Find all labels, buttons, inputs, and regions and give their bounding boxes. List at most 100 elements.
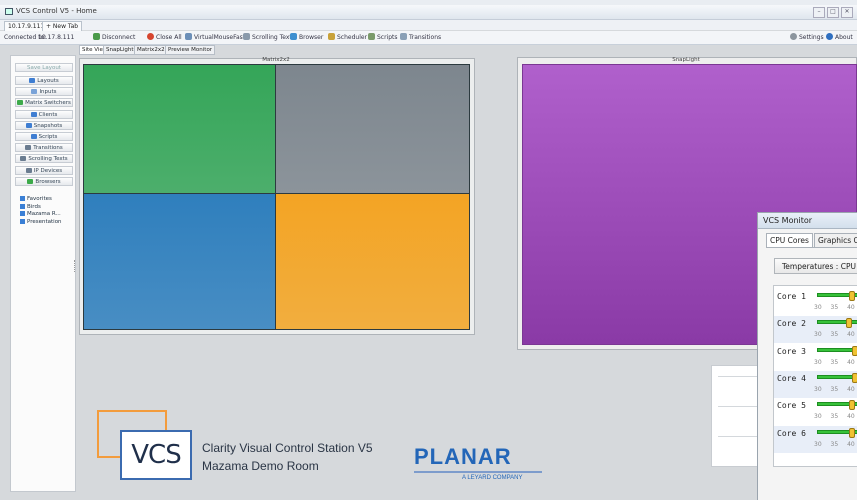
- virtual-mouse-label: VirtualMouseFast: [194, 34, 246, 41]
- layout-file-icon: [20, 196, 25, 201]
- core-temp-bar: [817, 291, 857, 301]
- core-scale-ticks: 30 35 40: [814, 385, 855, 393]
- settings-button[interactable]: Settings: [790, 33, 824, 42]
- tab-preview-monitor[interactable]: Preview Monitor: [165, 45, 216, 55]
- layout-item-label: Favorites: [27, 196, 52, 202]
- toolbar: Connected to: 10.17.8.111 Disconnect Clo…: [0, 31, 857, 45]
- vcs-logo: VCS: [120, 430, 192, 480]
- wall-window-blue[interactable]: [83, 194, 276, 330]
- core-label: Core 3: [777, 346, 806, 356]
- tab-cpu-cores[interactable]: CPU Cores: [766, 233, 813, 248]
- title-bar: VCS Control V5 - Home – □ ✕: [0, 5, 857, 20]
- minimize-button[interactable]: –: [813, 7, 825, 18]
- app-icon: [5, 8, 13, 15]
- core-temp-bar: [817, 345, 857, 356]
- tab-graphics[interactable]: Graphics C: [814, 233, 857, 248]
- room-name: Mazama Demo Room: [202, 459, 319, 473]
- core-row: Core 5 30 35 40: [774, 398, 857, 425]
- sidebar: Save Layout Layouts Inputs Matrix Switcher…: [10, 55, 76, 492]
- input-icon: [31, 89, 38, 95]
- sidebar-item-label: IP Devices: [33, 167, 63, 174]
- sidebar-item-scripts[interactable]: Scripts: [15, 132, 73, 141]
- disconnect-button[interactable]: Disconnect: [93, 33, 135, 42]
- view-tabs: Site View SnapLight Matrix2x2 Preview Mo…: [79, 45, 289, 55]
- browser-icon: [290, 33, 297, 40]
- layout-item-label: Mazama R...: [27, 211, 61, 217]
- sidebar-item-matrix-switchers[interactable]: Matrix Switchers: [15, 98, 73, 108]
- script-icon: [30, 134, 37, 139]
- core-scale-ticks: 30 35 40: [814, 331, 855, 339]
- tab-row: 10.17.9.111 + New Tab: [0, 20, 857, 31]
- scrolling-text-icon: [243, 33, 250, 40]
- core-temp-marker: [848, 427, 855, 438]
- tab-snaplight[interactable]: SnapLight: [103, 45, 137, 55]
- core-scale-ticks: 30 35 40: [814, 358, 855, 366]
- sidebar-item-snapshots[interactable]: Snapshots: [15, 120, 73, 130]
- scheduler-label: Scheduler: [337, 34, 368, 41]
- temperatures-cpu-button[interactable]: Temperatures : CPU: [774, 258, 857, 274]
- transitions-button[interactable]: Transitions: [400, 33, 441, 42]
- transitions-label: Transitions: [409, 34, 442, 41]
- layout-item[interactable]: Birds: [20, 203, 41, 210]
- new-tab-button[interactable]: + New Tab: [42, 21, 83, 31]
- scrolling-text-button[interactable]: Scrolling Text: [243, 33, 292, 42]
- transitions-icon: [400, 33, 407, 40]
- core-row: Core 2 30 35 40: [774, 316, 857, 344]
- tab-underline: [766, 247, 857, 248]
- layout-item-label: Presentation: [27, 218, 62, 225]
- core-temp-marker: [848, 291, 855, 301]
- sidebar-item-layouts[interactable]: Layouts: [15, 76, 73, 85]
- layout-item[interactable]: Favorites: [20, 196, 52, 202]
- maximize-button[interactable]: □: [827, 7, 839, 18]
- virtual-mouse-button[interactable]: VirtualMouseFast: [185, 33, 245, 42]
- snaplight-title: SnapLight: [672, 57, 700, 63]
- transition-icon: [25, 145, 32, 151]
- core-temp-marker: [846, 318, 852, 329]
- scheduler-button[interactable]: Scheduler: [328, 33, 367, 42]
- product-name: Clarity Visual Control Station V5: [202, 441, 373, 455]
- sidebar-item-label: Inputs: [39, 89, 57, 96]
- wall-grid-vline: [275, 64, 276, 330]
- window-title: VCS Control V5 - Home: [16, 7, 97, 15]
- core-temp-marker: [851, 345, 857, 356]
- core-label: Core 6: [777, 428, 806, 438]
- about-button[interactable]: About: [826, 33, 853, 42]
- sidebar-splitter[interactable]: [74, 260, 78, 272]
- sidebar-item-transitions[interactable]: Transitions: [15, 143, 73, 153]
- tab-matrix2x2[interactable]: Matrix2x2: [134, 45, 168, 55]
- layout-item[interactable]: Presentation: [20, 218, 62, 225]
- planar-tagline: A LEYARD COMPANY: [462, 475, 523, 481]
- vcs-monitor-window: VCS Monitor CPU Cores Graphics C Tempera…: [757, 212, 857, 500]
- browser-label: Browser: [299, 34, 324, 41]
- close-button[interactable]: ✕: [841, 7, 853, 18]
- core-scale-ticks: 30 35 40: [814, 304, 855, 311]
- save-layout-button[interactable]: Save Layout: [15, 63, 73, 72]
- sidebar-item-label: Scrolling Texts: [28, 156, 68, 163]
- sidebar-item-clients[interactable]: Clients: [15, 109, 73, 119]
- sidebar-item-label: Matrix Switchers: [25, 100, 71, 107]
- layout-item[interactable]: Mazama R...: [20, 211, 61, 217]
- core-temperature-list: Core 1 30 35 40 Core 2 30 35 40 Core 3 30 35 …: [773, 285, 857, 467]
- core-scale-ticks: 30 35 40: [814, 440, 855, 448]
- wall-window-orange[interactable]: [276, 194, 470, 330]
- scroll-text-icon: [20, 156, 27, 162]
- sidebar-item-scrolling-texts[interactable]: Scrolling Texts: [15, 154, 73, 164]
- scripts-button[interactable]: Scripts: [368, 33, 398, 42]
- disconnect-icon: [93, 33, 100, 40]
- close-all-button[interactable]: Close All: [147, 33, 182, 42]
- core-row: Core 4 30 35 40: [774, 370, 857, 398]
- monitor-title: VCS Monitor: [758, 213, 857, 229]
- wall-window-gray[interactable]: [276, 64, 470, 194]
- layout-icon: [29, 78, 36, 83]
- mouse-icon: [185, 33, 192, 40]
- sidebar-item-label: Clients: [38, 111, 58, 118]
- sidebar-item-ip-devices[interactable]: IP Devices: [15, 165, 73, 175]
- scripts-label: Scripts: [377, 34, 398, 41]
- info-icon: [826, 33, 833, 40]
- core-label: Core 1: [777, 292, 806, 301]
- browser-button[interactable]: Browser: [290, 33, 323, 42]
- disconnect-label: Disconnect: [102, 34, 136, 41]
- sidebar-item-browsers[interactable]: Browsers: [15, 176, 73, 186]
- wall-window-green[interactable]: [83, 64, 276, 194]
- sidebar-item-inputs[interactable]: Inputs: [15, 87, 73, 97]
